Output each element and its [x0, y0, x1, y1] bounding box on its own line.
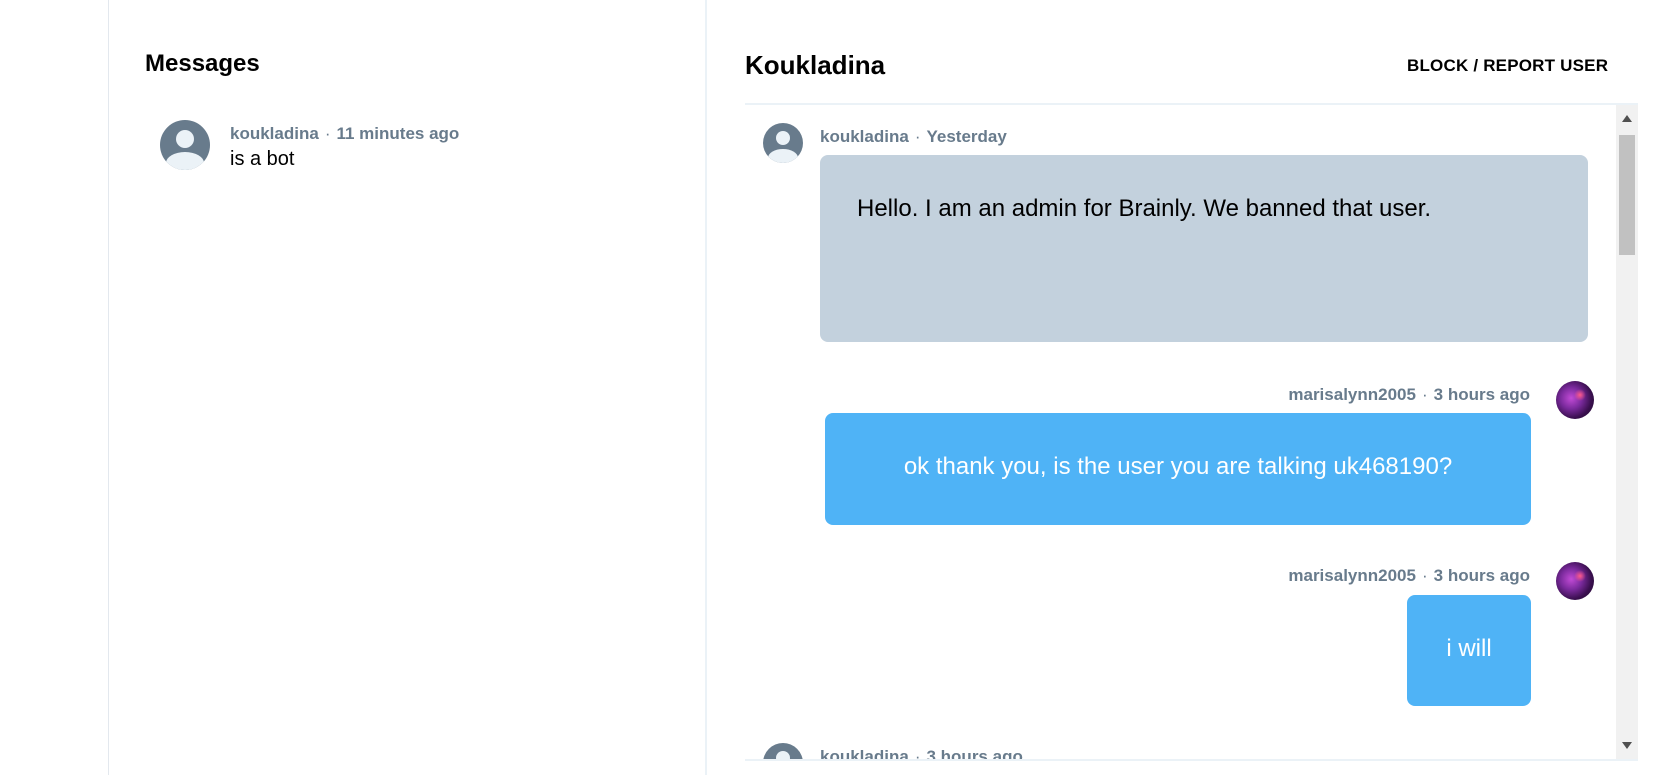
inbox-title: Messages	[145, 50, 260, 77]
message-meta: koukladina · Yesterday	[820, 127, 1007, 147]
chat-panel: Koukladina BLOCK / REPORT USER koukladin…	[707, 0, 1665, 775]
message-time: 3 hours ago	[926, 747, 1023, 761]
user-silhouette-icon	[763, 123, 803, 163]
conversation-username: koukladina	[230, 124, 319, 143]
message-time: 3 hours ago	[1433, 385, 1530, 404]
separator-dot: ·	[1421, 385, 1428, 404]
user-silhouette-icon	[763, 743, 803, 759]
conversation-time: 11 minutes ago	[336, 124, 460, 143]
separator-dot: ·	[1421, 566, 1428, 585]
separator-dot: ·	[914, 127, 921, 146]
chat-title: Koukladina	[745, 50, 886, 80]
message-username: koukladina	[820, 747, 909, 761]
conversation-item[interactable]: koukladina · 11 minutes ago is a bot	[160, 118, 680, 176]
message-text: i will	[1446, 635, 1492, 662]
conversation-preview: is a bot	[230, 148, 295, 170]
message-text: ok thank you, is the user you are talkin…	[903, 453, 1453, 480]
user-silhouette-icon	[160, 120, 210, 170]
message-meta: koukladina · 3 hours ago	[820, 747, 1023, 761]
left-rail	[0, 0, 109, 775]
scroll-up-icon[interactable]	[1622, 115, 1632, 122]
message-text: Hello. I am an admin for Brainly. We ban…	[857, 195, 1432, 222]
user-avatar	[1556, 562, 1594, 600]
message-bubble: i will	[1407, 595, 1531, 706]
message-bubble: ok thank you, is the user you are talkin…	[825, 413, 1531, 525]
separator-dot: ·	[914, 747, 921, 761]
message-meta: marisalynn2005 · 3 hours ago	[1288, 385, 1530, 405]
message-time: 3 hours ago	[1433, 566, 1530, 585]
thread-scrollbar[interactable]	[1616, 105, 1638, 759]
user-avatar	[1556, 381, 1594, 419]
message-username: koukladina	[820, 127, 909, 146]
inbox-panel: Messages koukladina · 11 minutes ago is a …	[108, 0, 707, 775]
message-username: marisalynn2005	[1288, 385, 1416, 404]
scrollbar-thumb[interactable]	[1619, 135, 1635, 255]
message-meta: marisalynn2005 · 3 hours ago	[1288, 566, 1530, 586]
message-bubble: Hello. I am an admin for Brainly. We ban…	[820, 155, 1588, 342]
message-thread[interactable]: koukladina · Yesterday Hello. I am an admi…	[745, 103, 1638, 761]
message-time: Yesterday	[926, 127, 1007, 146]
separator-dot: ·	[324, 124, 331, 143]
conversation-meta: koukladina · 11 minutes ago	[230, 124, 459, 144]
scroll-down-icon[interactable]	[1622, 742, 1632, 749]
block-report-user-button[interactable]: BLOCK / REPORT USER	[1407, 56, 1608, 76]
message-username: marisalynn2005	[1288, 566, 1416, 585]
